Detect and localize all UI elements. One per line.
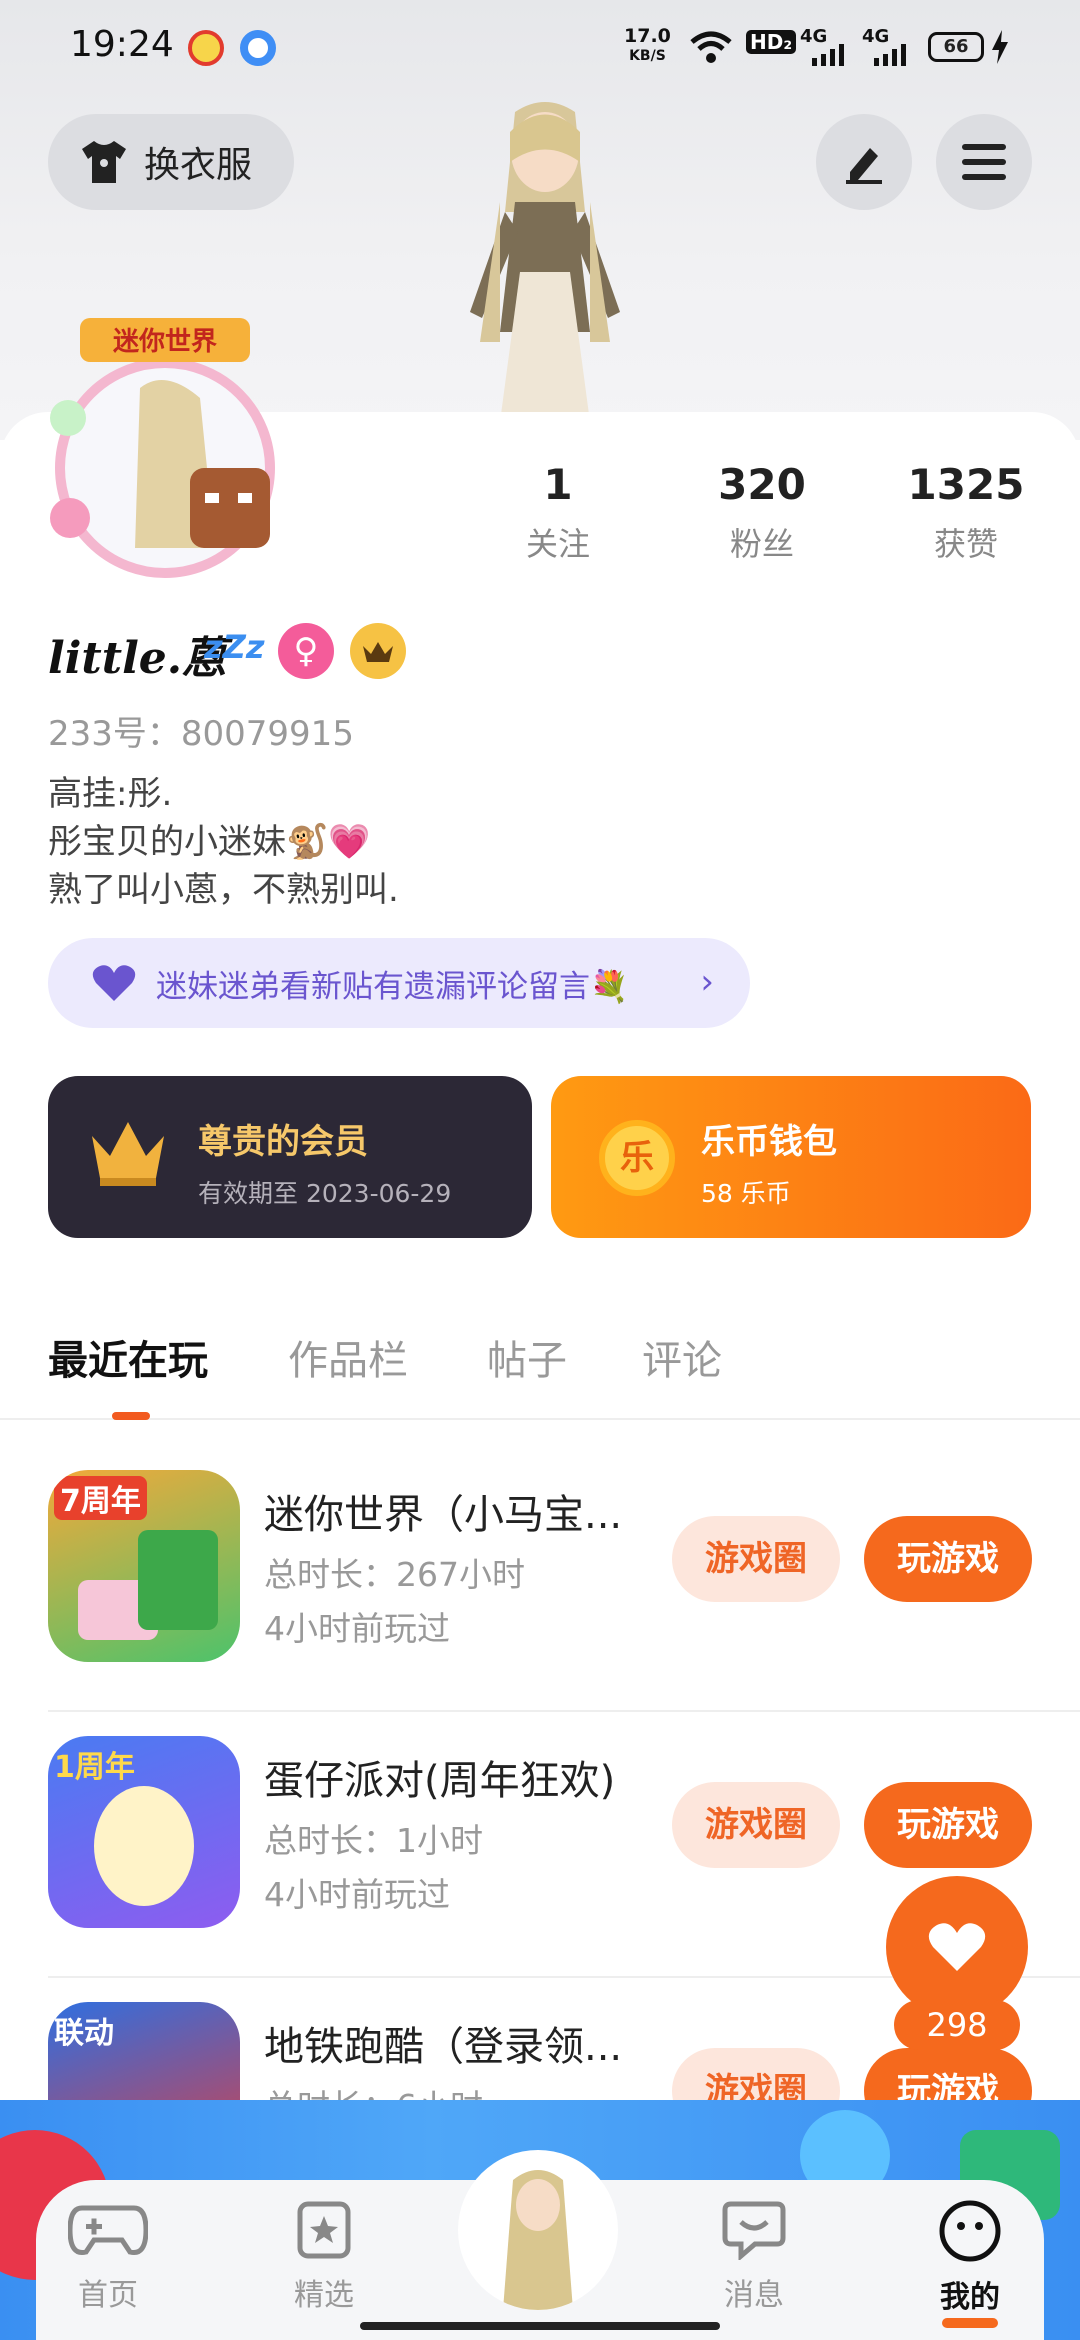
charging-icon <box>992 30 1008 64</box>
status-bar: 19:24 17.0 KB/S HD₂ 4G 4G 66 <box>0 0 1080 96</box>
game-name: 迷你世界（小马宝... <box>264 1492 623 1538</box>
game-icon-mini-world[interactable]: 7周年 <box>48 1470 240 1662</box>
active-nav-indicator <box>942 2318 998 2328</box>
stat-likes[interactable]: 1325 获赞 <box>886 460 1046 565</box>
game-last-played: 4小时前玩过 <box>264 1609 450 1648</box>
stat-followers-label: 粉丝 <box>729 525 794 563</box>
hd-badge: HD₂ <box>746 30 797 54</box>
play-game-button[interactable]: 玩游戏 <box>864 1782 1032 1868</box>
sleep-zzz-icon: zZz <box>204 628 265 666</box>
game-logo-text: 迷你世界 <box>113 327 217 357</box>
bio-line: 熟了叫小蒽，不熟别叫. <box>48 870 399 910</box>
nav-mine[interactable]: 我的 <box>910 2200 1030 2328</box>
signal-bars-1-icon <box>812 44 844 66</box>
center-avatar-button[interactable] <box>458 2150 618 2310</box>
notice-banner[interactable]: 迷妹迷弟看新贴有遗漏评论留言💐 › <box>48 938 750 1028</box>
vip-crown-badge-icon[interactable] <box>350 623 406 679</box>
avatar-3d-figure[interactable] <box>420 92 670 422</box>
game-name: 地铁跑酷（登录领... <box>264 2024 623 2070</box>
game-badge: 7周年 <box>54 1476 147 1520</box>
stat-following-value: 1 <box>543 460 573 509</box>
like-button[interactable] <box>886 1876 1028 2018</box>
status-time: 19:24 <box>70 24 174 65</box>
net-speed-value: 17.0 <box>624 25 671 47</box>
tshirt-icon <box>82 141 126 183</box>
username: little.蒽 <box>48 633 227 684</box>
character-icon <box>138 1530 218 1630</box>
change-outfit-label: 换衣服 <box>144 145 253 186</box>
stat-followers[interactable]: 320 粉丝 <box>682 460 842 565</box>
smiley-icon <box>939 2200 1001 2262</box>
game-badge: 1周年 <box>54 1750 135 1785</box>
stat-following[interactable]: 1 关注 <box>478 460 638 565</box>
game-name: 蛋仔派对(周年狂欢) <box>264 1758 616 1804</box>
menu-icon <box>962 144 1006 180</box>
heart-icon <box>928 1923 986 1971</box>
nav-featured-label: 精选 <box>294 2278 354 2313</box>
weibo-icon <box>188 30 224 66</box>
nav-mine-label: 我的 <box>940 2280 1000 2315</box>
content-tabs: 最近在玩 作品栏 帖子 评论 <box>0 1316 1080 1420</box>
game-duration: 总时长：267小时 <box>264 1555 525 1594</box>
nav-home-label: 首页 <box>78 2278 138 2313</box>
menu-button[interactable] <box>936 114 1032 210</box>
edit-profile-button[interactable] <box>816 114 912 210</box>
bio: 高挂:彤. 彤宝贝的小迷妹🐒💗 熟了叫小蒽，不熟别叫. <box>48 770 399 914</box>
tab-posts[interactable]: 帖子 <box>487 1328 567 1386</box>
game-last-played: 4小时前玩过 <box>264 1875 450 1914</box>
like-count: 298 <box>894 2000 1020 2050</box>
edit-icon <box>846 148 882 184</box>
coin-icon: 乐 <box>599 1120 675 1196</box>
home-indicator <box>360 2322 720 2330</box>
change-outfit-button[interactable]: 换衣服 <box>48 114 294 210</box>
stat-following-label: 关注 <box>525 525 590 563</box>
browser-icon <box>240 30 276 66</box>
nav-home[interactable]: 首页 <box>48 2200 168 2314</box>
net-speed-unit: KB/S <box>629 48 666 64</box>
gold-crown-icon <box>92 1122 164 1186</box>
vip-expiry: 有效期至 2023-06-29 <box>198 1179 452 1208</box>
gamepad-icon <box>67 2205 149 2256</box>
profile-avatar[interactable]: 迷你世界 <box>40 318 290 588</box>
bio-line: 高挂:彤. <box>48 774 173 814</box>
game-duration: 总时长：1小时 <box>264 1821 483 1860</box>
avatar-thumbnail <box>503 2170 573 2310</box>
game-circle-button[interactable]: 游戏圈 <box>672 1782 840 1868</box>
list-item[interactable]: 7周年 迷你世界（小马宝... 总时长：267小时 4小时前玩过 游戏圈 玩游戏 <box>48 1462 1080 1730</box>
signal-bars-2-icon <box>874 44 906 66</box>
divider <box>48 1710 1080 1712</box>
net-speed: 17.0 KB/S <box>624 26 671 66</box>
wifi-icon <box>690 31 732 63</box>
user-id: 233号：80079915 <box>48 714 354 754</box>
stat-followers-value: 320 <box>718 460 806 509</box>
vip-title: 尊贵的会员 <box>198 1122 368 1162</box>
notice-text: 迷妹迷弟看新贴有遗漏评论留言💐 <box>156 968 629 1005</box>
tab-works[interactable]: 作品栏 <box>288 1328 408 1386</box>
chat-icon <box>722 2201 786 2262</box>
game-icon-eggy-party[interactable]: 1周年 <box>48 1736 240 1928</box>
active-tab-indicator <box>112 1412 150 1420</box>
stat-likes-label: 获赞 <box>933 525 998 563</box>
egg-character-icon <box>94 1786 194 1906</box>
vip-membership-card[interactable]: 尊贵的会员 有效期至 2023-06-29 <box>48 1076 532 1238</box>
stat-likes-value: 1325 <box>907 460 1025 509</box>
game-badge: 联动 <box>54 2016 114 2051</box>
wallet-balance: 58 乐币 <box>701 1179 791 1208</box>
game-circle-button[interactable]: 游戏圈 <box>672 1516 840 1602</box>
nav-messages-label: 消息 <box>724 2278 784 2313</box>
play-game-button[interactable]: 玩游戏 <box>864 1516 1032 1602</box>
nav-featured[interactable]: 精选 <box>264 2200 384 2314</box>
wallet-card[interactable]: 乐 乐币钱包 58 乐币 <box>551 1076 1031 1238</box>
bio-line: 彤宝贝的小迷妹🐒💗 <box>48 822 371 862</box>
tab-recently-played[interactable]: 最近在玩 <box>48 1328 208 1386</box>
wallet-title: 乐币钱包 <box>701 1122 837 1162</box>
female-gender-icon: ♀ <box>278 623 334 679</box>
battery-indicator: 66 <box>928 32 984 62</box>
star-bookmark-icon <box>297 2201 351 2259</box>
nav-messages[interactable]: 消息 <box>694 2200 814 2314</box>
purple-heart-icon <box>92 965 136 1001</box>
tab-comments[interactable]: 评论 <box>642 1328 722 1386</box>
chevron-right-icon: › <box>700 962 714 1002</box>
